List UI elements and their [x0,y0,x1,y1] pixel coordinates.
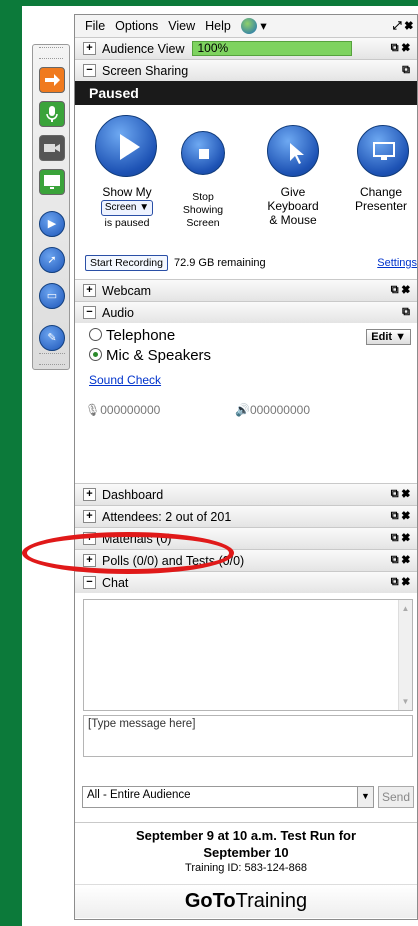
sound-check-link[interactable]: Sound Check [89,373,161,387]
menu-bar: File Options View Help ▾ ⤢ ✖ [75,15,417,37]
expand-icon[interactable]: + [83,284,96,297]
popout-icon[interactable]: ⧉ [402,64,413,77]
screen-sharing-controls: Show My Screen ▼ is paused Stop Showing … [75,105,417,279]
mic-speakers-option[interactable]: Mic & Speakers [89,347,211,364]
toolbar-grip-bottom[interactable] [39,353,65,365]
section-popout-close-icons[interactable]: ⧉✖ [391,510,413,523]
audio-panel: Telephone Mic & Speakers Edit ▼ Sound Ch… [75,323,417,483]
section-popout-close-icons[interactable]: ⧉✖ [391,42,413,55]
collapse-panel-icon[interactable] [39,67,65,93]
drawing-tools-icon[interactable]: ✎ [39,325,65,351]
control-toolbar: ▶ ➚ ▭ ✎ [32,44,70,370]
expand-icon[interactable]: + [83,42,96,55]
screen-sharing-header[interactable]: − Screen Sharing ⧉ [75,59,417,81]
chat-log[interactable]: ▲ ▼ [83,599,413,711]
expand-icon[interactable]: + [83,488,96,501]
section-popout-close-icons[interactable]: ⧉✖ [391,576,413,589]
session-title-line2: September 10 [203,845,289,860]
audio-level-meters: 🎙000000000 🔊000000000 [85,403,415,425]
highlight-oval [22,532,234,574]
stop-showing-label: Stop Showing Screen [182,191,224,229]
attendees-header[interactable]: + Attendees: 2 out of 201 ⧉✖ [75,505,417,527]
audio-header[interactable]: − Audio ⧉ [75,301,417,323]
storage-remaining: 72.9 GB remaining [173,257,266,269]
collapse-icon[interactable]: − [83,306,96,319]
screen-share-icon[interactable] [39,169,65,195]
stop-showing-button[interactable] [181,131,225,175]
session-title-line1: September 9 at 10 a.m. Test Run for [135,828,357,843]
start-recording-button[interactable]: Start Recording [85,255,168,271]
menu-options[interactable]: Options [115,19,158,33]
chat-send-row: All - Entire Audience ▼ Send [82,786,414,808]
green-background-left [0,0,22,926]
language-menu[interactable]: ▾ [240,18,267,35]
give-keyboard-label: Give Keyboard & Mouse [267,185,319,227]
audience-view-progress: 100% [192,41,353,56]
audience-view-label: Audience View [102,41,185,56]
screen-dropdown[interactable]: Screen ▼ [100,200,154,216]
telephone-radio[interactable] [89,328,102,341]
section-popout-close-icons[interactable]: ⧉✖ [391,488,413,501]
change-presenter-button[interactable] [357,125,409,177]
change-presenter-label: Change Presenter [354,185,408,213]
menu-file[interactable]: File [85,19,105,33]
toolbar-grip[interactable] [39,47,63,59]
telephone-option[interactable]: Telephone [89,327,175,344]
dashboard-title: Dashboard [102,487,164,502]
window-controls[interactable]: ⤢ ✖ [393,20,413,33]
chat-recipient-select[interactable]: All - Entire Audience ▼ [82,786,374,808]
chevron-down-icon[interactable]: ▼ [357,787,373,807]
chat-message-input[interactable]: [Type message here] [83,715,413,757]
gototraining-control-panel: File Options View Help ▾ ⤢ ✖ + Audience … [74,14,418,920]
webcam-header[interactable]: + Webcam ⧉✖ [75,279,417,301]
attendees-title: Attendees: 2 out of 201 [102,509,232,524]
dashboard-header[interactable]: + Dashboard ⧉✖ [75,483,417,505]
change-presenter-icon[interactable]: ▭ [39,283,65,309]
audio-edit-button[interactable]: Edit ▼ [366,329,411,345]
give-keyboard-mouse-button[interactable] [267,125,319,177]
section-popout-close-icons[interactable]: ⧉✖ [391,532,413,545]
send-button[interactable]: Send [378,786,414,808]
play-icon[interactable]: ▶ [39,211,65,237]
recording-row: Start Recording 72.9 GB remaining Settin… [85,255,418,271]
microphone-level-meter: 🎙000000000 [85,403,161,417]
cursor-icon[interactable]: ➚ [39,247,65,273]
audio-title: Audio [102,305,134,320]
webcam-title: Webcam [102,283,152,298]
collapse-icon[interactable]: − [83,576,96,589]
screen-sharing-title: Screen Sharing [102,63,189,78]
audience-view-header[interactable]: + Audience View 100% ⧉✖ [75,37,417,59]
expand-icon[interactable]: + [83,510,96,523]
chat-log-scrollbar[interactable]: ▲ ▼ [398,600,412,710]
chat-panel: ▲ ▼ [Type message here] [75,593,417,773]
mic-speakers-radio[interactable] [89,348,102,361]
gototraining-logo: GoToTraining [75,884,417,918]
menu-help[interactable]: Help [205,19,231,33]
collapse-icon[interactable]: − [83,64,96,77]
training-id: Training ID: 583-124-868 [185,862,307,874]
show-my-screen-button[interactable] [95,115,157,177]
settings-link[interactable]: Settings [377,257,417,269]
session-info-footer: September 9 at 10 a.m. Test Run for Sept… [75,822,417,918]
sharing-status-bar: Paused [75,81,417,105]
show-my-screen-label: Show My Screen ▼ is paused [100,185,154,229]
menu-view[interactable]: View [168,19,195,33]
speaker-level-meter: 🔊000000000 [235,403,311,417]
microphone-icon[interactable] [39,101,65,127]
webcam-icon[interactable] [39,135,65,161]
chat-title: Chat [102,575,129,590]
chat-header[interactable]: − Chat ⧉✖ [75,571,417,593]
globe-icon [240,18,257,35]
section-popout-close-icons[interactable]: ⧉✖ [391,284,413,297]
popout-icon[interactable]: ⧉ [402,306,413,319]
section-popout-close-icons[interactable]: ⧉✖ [391,554,413,567]
